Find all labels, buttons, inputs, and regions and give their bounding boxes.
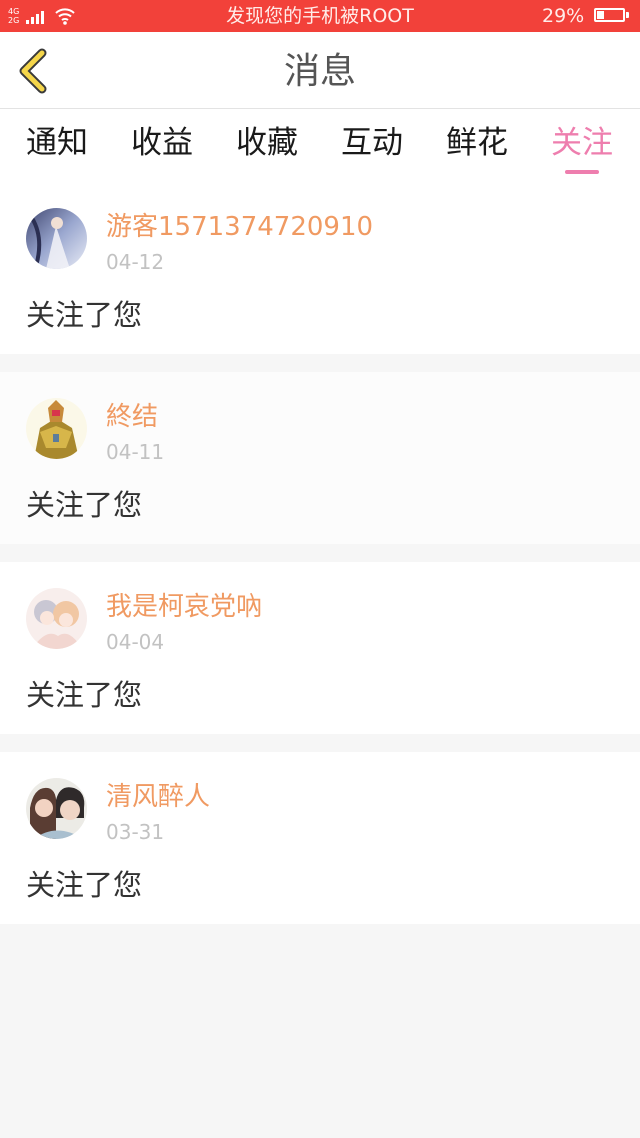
user-avatar[interactable] [26,208,87,269]
status-bar: 4G 2G 发现您的手机被ROOT 29% [0,0,640,32]
battery-icon [594,8,630,24]
user-avatar[interactable] [26,778,87,839]
page-title: 消息 [283,51,356,92]
notification-date: 04-04 [106,630,165,654]
notification-date: 03-31 [106,820,165,844]
notification-item[interactable]: 我是柯哀党吶 04-04 关注了您 [0,562,640,734]
user-name[interactable]: 清风醉人 [106,780,210,814]
active-tab-indicator [565,170,599,174]
notification-message: 关注了您 [26,488,143,522]
notification-item[interactable]: 清风醉人 03-31 关注了您 [0,752,640,924]
tab-notifications[interactable]: 通知 [26,123,88,163]
tab-bar: 通知 收益 收藏 互动 鲜花 关注 [0,109,640,189]
avatar-image [26,398,87,459]
notification-item[interactable]: 游客1571374720910 04-12 关注了您 [0,182,640,354]
user-name[interactable]: 終结 [106,400,158,434]
tab-flowers[interactable]: 鲜花 [446,123,508,163]
tab-follows[interactable]: 关注 [551,123,613,163]
app-header: 消息 [0,32,640,109]
notification-message: 关注了您 [26,868,143,902]
notification-message: 关注了您 [26,298,143,332]
avatar-image [26,588,87,649]
notification-date: 04-11 [106,440,165,464]
user-avatar[interactable] [26,588,87,649]
notification-message: 关注了您 [26,678,143,712]
notification-date: 04-12 [106,250,165,274]
avatar-image [26,208,87,269]
user-name[interactable]: 游客1571374720910 [106,210,373,244]
avatar-image [26,778,87,839]
battery-percentage: 29% [542,5,585,27]
user-avatar[interactable] [26,398,87,459]
tab-earnings[interactable]: 收益 [131,123,193,163]
user-name[interactable]: 我是柯哀党吶 [106,590,262,624]
tab-favorites[interactable]: 收藏 [236,123,298,163]
tab-interactions[interactable]: 互动 [341,123,403,163]
notification-item[interactable]: 終结 04-11 关注了您 [0,372,640,544]
